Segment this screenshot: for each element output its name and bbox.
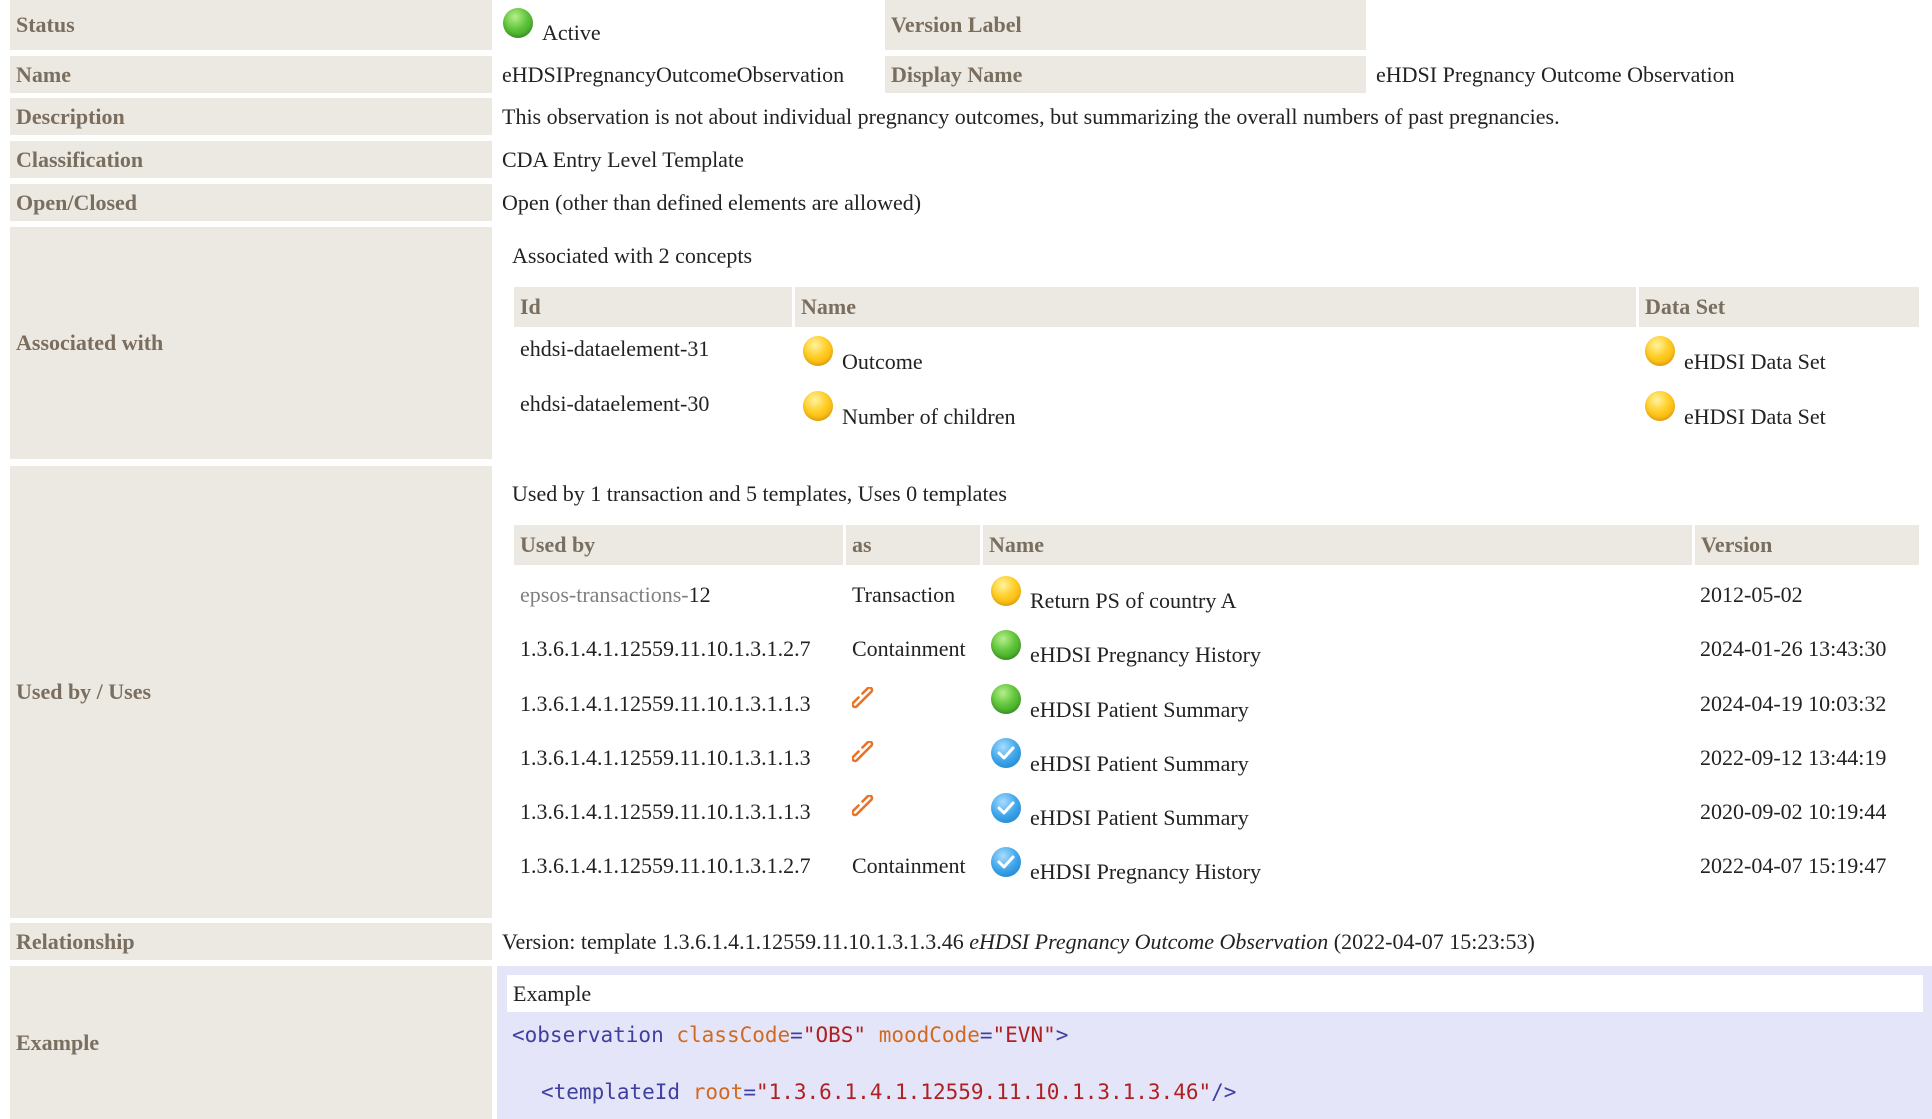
classification-value: CDA Entry Level Template bbox=[502, 146, 744, 172]
associated-row-name[interactable]: Number of children bbox=[842, 404, 1016, 430]
draft-status-icon bbox=[991, 576, 1021, 606]
link-icon bbox=[852, 741, 874, 763]
code-close: > bbox=[1055, 1023, 1069, 1047]
transaction-number: 12 bbox=[688, 582, 711, 607]
code-attr: root bbox=[692, 1080, 744, 1104]
name-value: eHDSIPregnancyOutcomeObservation bbox=[502, 61, 845, 87]
code-value: "EVN" bbox=[992, 1023, 1056, 1047]
draft-status-icon bbox=[1645, 336, 1675, 366]
description-label: Description bbox=[10, 98, 492, 135]
used-by-row-id[interactable]: 1.3.6.1.4.1.12559.11.10.1.3.1.1.3 bbox=[520, 691, 811, 717]
used-by-row-id[interactable]: 1.3.6.1.4.1.12559.11.10.1.3.1.2.7 bbox=[520, 853, 811, 879]
used-by-row-as: Containment bbox=[852, 636, 966, 661]
associated-row-dataset[interactable]: eHDSI Data Set bbox=[1684, 404, 1826, 430]
used-by-summary: Used by 1 transaction and 5 templates, U… bbox=[512, 481, 1007, 506]
active-status-icon bbox=[991, 684, 1021, 714]
used-by-row-version: 2020-09-02 10:19:44 bbox=[1700, 799, 1887, 824]
used-by-row-version: 2024-01-26 13:43:30 bbox=[1700, 636, 1887, 661]
associated-header-dataset: Data Set bbox=[1639, 287, 1919, 327]
associated-row-id: ehdsi-dataelement-30 bbox=[520, 391, 710, 416]
associated-header-id: Id bbox=[514, 287, 792, 327]
used-by-row-version: 2012-05-02 bbox=[1700, 582, 1803, 607]
open-closed-label: Open/Closed bbox=[10, 184, 492, 221]
used-by-row-name[interactable]: eHDSI Pregnancy History bbox=[1030, 859, 1261, 885]
active-status-icon bbox=[991, 630, 1021, 660]
final-status-icon bbox=[991, 847, 1021, 877]
used-by-row-name[interactable]: Return PS of country A bbox=[1030, 588, 1237, 614]
code-value: "OBS" bbox=[802, 1023, 867, 1047]
code-eq: = bbox=[743, 1080, 756, 1104]
version-label-header: Version Label bbox=[885, 0, 1366, 50]
code-attr: classCode bbox=[676, 1023, 791, 1047]
code-line: <observation classCode="OBS" moodCode="E… bbox=[512, 1023, 1068, 1047]
used-by-header-as: as bbox=[846, 525, 980, 565]
associated-row-name[interactable]: Outcome bbox=[842, 349, 923, 375]
code-eq: = bbox=[790, 1023, 803, 1047]
used-by-row-name[interactable]: eHDSI Patient Summary bbox=[1030, 697, 1249, 723]
used-by-row-version: 2022-09-12 13:44:19 bbox=[1700, 745, 1887, 770]
used-by-row-id[interactable]: 1.3.6.1.4.1.12559.11.10.1.3.1.2.7 bbox=[520, 636, 811, 662]
used-by-row-as: Containment bbox=[852, 853, 966, 878]
status-label: Status bbox=[10, 0, 492, 50]
name-label: Name bbox=[10, 56, 492, 93]
code-tag: <observation bbox=[512, 1023, 664, 1047]
used-by-row-version: 2024-04-19 10:03:32 bbox=[1700, 691, 1887, 716]
used-by-header-used-by: Used by bbox=[514, 525, 843, 565]
code-tag: <templateId bbox=[541, 1080, 681, 1104]
display-name-label: Display Name bbox=[885, 56, 1366, 93]
code-value: "1.3.6.1.4.1.12559.11.10.1.3.1.3.46" bbox=[755, 1080, 1212, 1104]
used-by-row-id[interactable]: 1.3.6.1.4.1.12559.11.10.1.3.1.1.3 bbox=[520, 745, 811, 771]
final-status-icon bbox=[991, 793, 1021, 823]
used-by-row-id[interactable]: 1.3.6.1.4.1.12559.11.10.1.3.1.1.3 bbox=[520, 799, 811, 825]
used-by-row-id[interactable]: epsos-transactions-12 bbox=[520, 582, 711, 608]
display-name-value: eHDSI Pregnancy Outcome Observation bbox=[1376, 61, 1735, 87]
example-label: Example bbox=[10, 966, 492, 1119]
associated-label: Associated with bbox=[10, 227, 492, 459]
code-close: /> bbox=[1211, 1080, 1237, 1104]
used-by-row-name[interactable]: eHDSI Patient Summary bbox=[1030, 751, 1249, 777]
draft-status-icon bbox=[803, 391, 833, 421]
link-icon bbox=[852, 687, 874, 709]
final-status-icon bbox=[991, 738, 1021, 768]
associated-row-dataset[interactable]: eHDSI Data Set bbox=[1684, 349, 1826, 375]
used-by-row-name[interactable]: eHDSI Patient Summary bbox=[1030, 805, 1249, 831]
draft-status-icon bbox=[803, 336, 833, 366]
transaction-prefix: epsos-transactions- bbox=[520, 582, 689, 607]
open-closed-value: Open (other than defined elements are al… bbox=[502, 189, 922, 215]
used-by-header-name: Name bbox=[983, 525, 1692, 565]
relationship-value: Version: template 1.3.6.1.4.1.12559.11.1… bbox=[502, 923, 1535, 960]
relationship-suffix: (2022-04-07 15:23:53) bbox=[1328, 928, 1535, 954]
description-value: This observation is not about individual… bbox=[502, 103, 1560, 129]
relationship-title[interactable]: eHDSI Pregnancy Outcome Observation bbox=[969, 929, 1328, 955]
used-by-header-version: Version bbox=[1695, 525, 1919, 565]
used-by-row-name[interactable]: eHDSI Pregnancy History bbox=[1030, 642, 1261, 668]
draft-status-icon bbox=[1645, 391, 1675, 421]
used-by-row-as: Transaction bbox=[852, 582, 956, 607]
status-value: Active bbox=[542, 20, 601, 45]
used-by-label: Used by / Uses bbox=[10, 466, 492, 918]
associated-summary: Associated with 2 concepts bbox=[512, 243, 753, 268]
associated-header-name: Name bbox=[795, 287, 1636, 327]
relationship-label: Relationship bbox=[10, 923, 492, 960]
code-line: <templateId root="1.3.6.1.4.1.12559.11.1… bbox=[541, 1080, 1236, 1104]
used-by-row-version: 2022-04-07 15:19:47 bbox=[1700, 853, 1887, 878]
status-active-icon bbox=[503, 8, 533, 38]
link-icon bbox=[852, 795, 874, 817]
example-title: Example bbox=[507, 975, 1923, 1012]
associated-row-id: ehdsi-dataelement-31 bbox=[520, 336, 710, 361]
code-attr: moodCode bbox=[878, 1023, 980, 1047]
classification-label: Classification bbox=[10, 141, 492, 178]
code-eq: = bbox=[979, 1023, 993, 1047]
relationship-prefix: Version: template 1.3.6.1.4.1.12559.11.1… bbox=[502, 928, 970, 954]
